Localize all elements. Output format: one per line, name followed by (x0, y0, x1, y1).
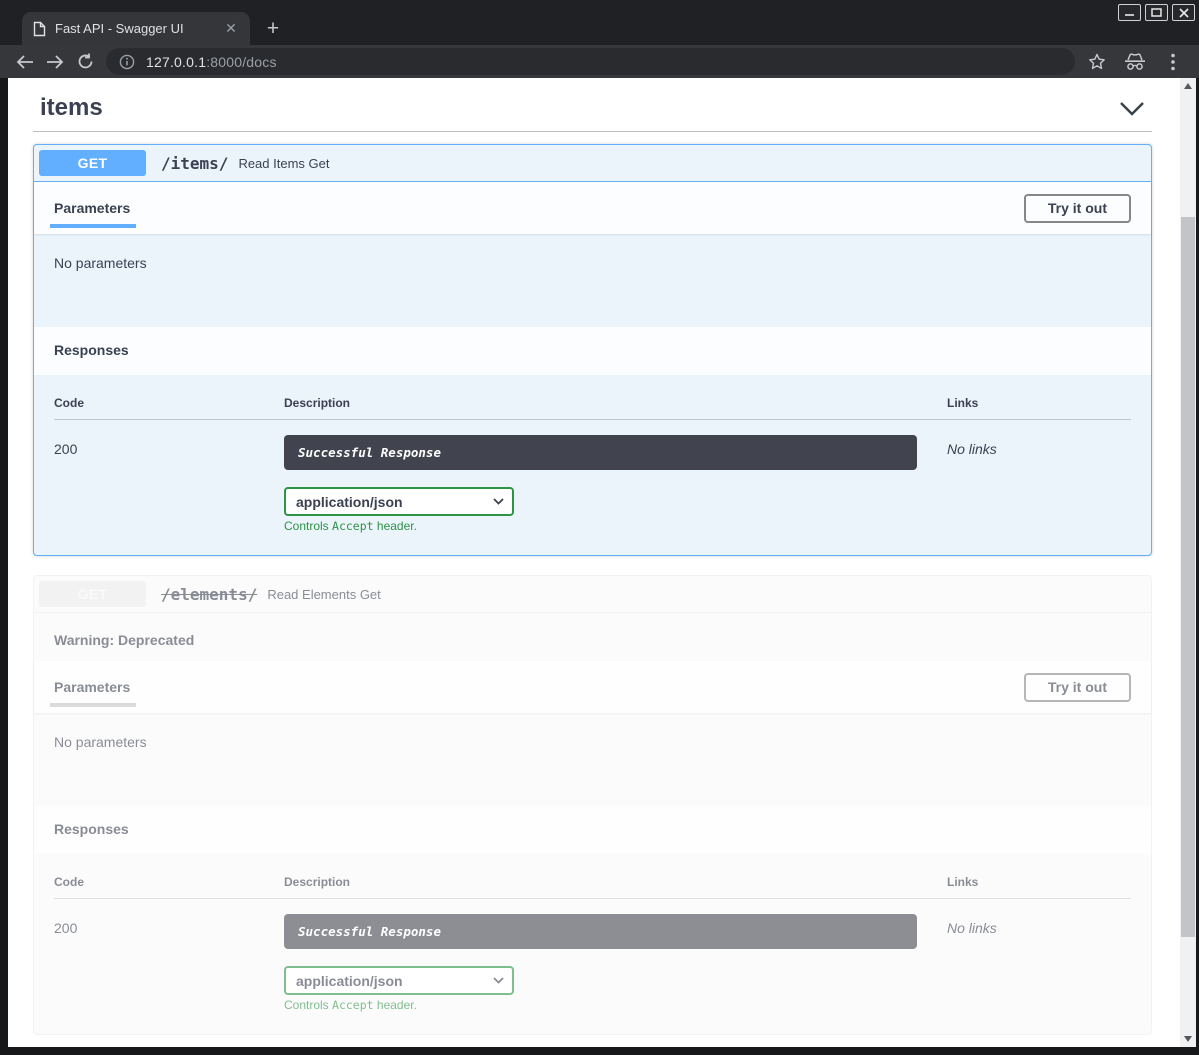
forward-button[interactable] (40, 48, 70, 76)
parameters-title: Parameters (54, 679, 130, 695)
responses-body: Code Description Links 200 Successful Re… (34, 375, 1151, 555)
page-scrollbar[interactable] (1180, 78, 1196, 1047)
new-tab-button[interactable]: + (260, 16, 286, 42)
url-host: 127.0.0.1 (146, 54, 206, 70)
op-summary-text: Read Items Get (238, 156, 329, 171)
description-column-header: Description (284, 875, 947, 899)
parameters-body: No parameters (34, 234, 1151, 327)
no-parameters-text: No parameters (54, 734, 147, 750)
response-links: No links (947, 914, 1131, 936)
responses-header: Responses (34, 327, 1151, 375)
responses-title: Responses (54, 342, 129, 358)
method-badge: GET (39, 581, 146, 607)
scrollbar-thumb[interactable] (1181, 217, 1195, 937)
method-badge: GET (39, 150, 146, 176)
opblock-summary[interactable]: GET /elements/ Read Elements Get (34, 576, 1151, 613)
op-path: /elements/ (161, 585, 257, 604)
parameters-body: No parameters (34, 713, 1151, 806)
browser-menu-icon[interactable] (1159, 48, 1187, 76)
tag-divider (33, 131, 1152, 132)
response-code: 200 (54, 435, 284, 457)
minimize-button[interactable] (1118, 4, 1141, 21)
media-type-select[interactable]: application/json (284, 487, 514, 516)
active-tab-underline (50, 224, 136, 228)
responses-header: Responses (34, 806, 1151, 854)
back-button[interactable] (10, 48, 40, 76)
page-content: items GET /items/ Read Items Get Paramet… (8, 78, 1180, 1047)
url-text[interactable]: 127.0.0.1:8000/docs (146, 54, 277, 70)
tab-strip: Fast API - Swagger UI ✕ + (0, 0, 1199, 45)
links-column-header: Links (947, 396, 1131, 420)
accept-header-hint: Controls Accept header. (284, 519, 947, 533)
response-description-box: Successful Response (284, 435, 917, 470)
description-column-header: Description (284, 396, 947, 420)
accept-header-hint: Controls Accept header. (284, 998, 947, 1012)
response-description-box: Successful Response (284, 914, 917, 949)
response-code: 200 (54, 914, 284, 936)
url-path: :8000/docs (206, 54, 277, 70)
no-parameters-text: No parameters (54, 255, 147, 271)
active-tab-underline (50, 703, 136, 707)
opblock-get-elements-deprecated: GET /elements/ Read Elements Get Warning… (33, 575, 1152, 1035)
address-bar[interactable]: 127.0.0.1:8000/docs (106, 48, 1075, 75)
browser-toolbar: 127.0.0.1:8000/docs (0, 45, 1199, 78)
links-column-header: Links (947, 875, 1131, 899)
tag-title: items (40, 94, 103, 122)
parameters-header: Parameters Try it out (34, 661, 1151, 713)
parameters-header: Parameters Try it out (34, 182, 1151, 234)
close-button[interactable] (1172, 4, 1195, 21)
page-favicon-icon (32, 21, 46, 37)
op-path: /items/ (161, 154, 228, 173)
media-type-select[interactable]: application/json (284, 966, 514, 995)
scroll-down-arrow-icon[interactable] (1180, 1031, 1196, 1047)
tab-close-icon[interactable]: ✕ (222, 20, 240, 38)
response-row-200: 200 Successful Response application/json… (54, 899, 1131, 1012)
responses-body: Code Description Links 200 Successful Re… (34, 854, 1151, 1034)
browser-tab[interactable]: Fast API - Swagger UI ✕ (22, 12, 250, 45)
scroll-up-arrow-icon[interactable] (1180, 78, 1196, 94)
opblock-get-items: GET /items/ Read Items Get Parameters Tr… (33, 144, 1152, 556)
site-info-icon[interactable] (119, 54, 135, 70)
deprecation-warning: Warning: Deprecated (34, 613, 1151, 661)
incognito-icon (1121, 48, 1149, 76)
responses-title: Responses (54, 821, 129, 837)
bookmark-star-icon[interactable] (1083, 48, 1111, 76)
opblock-summary[interactable]: GET /items/ Read Items Get (34, 145, 1151, 182)
response-row-200: 200 Successful Response application/json… (54, 420, 1131, 533)
op-summary-text: Read Elements Get (267, 587, 380, 602)
code-column-header: Code (54, 875, 284, 899)
parameters-title: Parameters (54, 200, 130, 216)
collapse-tag-icon[interactable] (1119, 101, 1145, 116)
maximize-button[interactable] (1145, 4, 1168, 21)
response-links: No links (947, 435, 1131, 457)
code-column-header: Code (54, 396, 284, 420)
try-it-out-button[interactable]: Try it out (1024, 673, 1131, 702)
reload-button[interactable] (70, 48, 100, 76)
tab-title: Fast API - Swagger UI (55, 21, 213, 36)
try-it-out-button[interactable]: Try it out (1024, 194, 1131, 223)
